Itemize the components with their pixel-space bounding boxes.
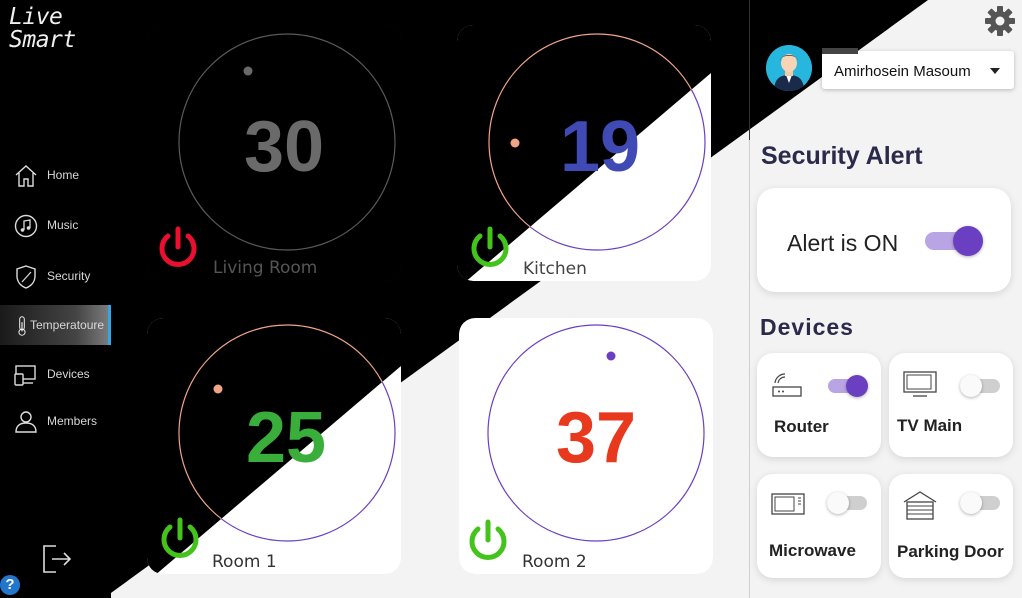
device-card-microwave: Microwave [757,474,881,578]
microwave-toggle[interactable] [827,492,867,514]
alert-status-text: Alert is ON [787,230,899,256]
home-icon [15,165,37,187]
sidebar-item-label: Security [47,269,91,283]
temperature-value: 25 [245,398,327,478]
sidebar-item-label: Home [47,168,80,182]
dropdown-tab [822,48,858,54]
help-icon[interactable]: ? [0,575,20,595]
room-label: Room 2 [522,552,587,572]
temperature-value: 37 [555,398,637,478]
power-icon[interactable] [465,223,515,273]
dial-knob[interactable] [213,384,223,394]
room-label: Room 1 [212,552,277,572]
temperature-value: 30 [243,107,325,187]
toggle-knob [960,492,982,514]
room-label: Living Room [213,258,318,278]
music-icon [14,214,38,238]
sidebar-item-home[interactable]: Home [0,155,111,195]
devices-title: Devices [760,314,854,340]
device-label: Parking Door [897,542,1004,561]
router-icon [772,373,802,397]
device-label: Microwave [769,541,856,560]
tv-main-toggle[interactable] [960,375,1000,397]
chevron-down-icon [990,68,1000,74]
parking-door-toggle[interactable] [960,492,1000,514]
sidebar-item-music[interactable]: Music [0,205,111,245]
security-alert-toggle[interactable] [925,226,983,256]
toggle-knob [846,375,868,397]
sidebar-item-devices[interactable]: Devices [0,354,111,394]
user-dropdown[interactable]: Amirhosein Masoum [822,48,1014,89]
power-icon[interactable] [153,223,203,273]
thermometer-icon [18,316,26,336]
thermostat-card-room-2: 37 Room 2 [459,318,713,574]
app-logo: Live Smart [9,6,76,52]
sidebar-item-temperatoure[interactable]: Temperatoure [0,305,111,345]
devices-icon [14,365,36,386]
power-icon[interactable] [155,514,205,564]
sidebar-item-label: Members [47,414,98,428]
device-card-tv-main: TV Main [889,353,1013,457]
dial-knob[interactable] [606,351,616,361]
device-card-router: Router [757,353,881,457]
temperature-value: 19 [559,107,641,187]
logo-line-1: Live [9,4,63,30]
gear-icon[interactable] [984,5,1016,37]
thermostat-card-kitchen: 19 Kitchen [457,25,711,281]
dial-knob[interactable] [243,66,253,76]
thermostat-card-room-1: 25 Room 1 [147,318,401,574]
device-label: Router [774,417,829,436]
security-alert-title: Security Alert [761,142,923,170]
tv-icon [903,371,937,397]
sidebar-item-label: Music [47,218,79,232]
toggle-knob [960,375,982,397]
logo-line-2: Smart [9,27,76,53]
sidebar: Live Smart Home Music Security Temperato… [0,0,111,598]
router-toggle[interactable] [828,375,868,397]
power-icon[interactable] [463,516,513,566]
toggle-knob [827,492,849,514]
room-label: Kitchen [523,259,587,279]
device-label: TV Main [897,416,963,435]
sidebar-item-members[interactable]: Members [0,401,111,441]
avatar[interactable] [766,45,812,91]
sidebar-item-security[interactable]: Security [0,256,111,296]
device-card-parking-door: Parking Door [889,474,1013,578]
microwave-icon [771,493,805,515]
toggle-knob [953,226,983,256]
sidebar-item-label: Devices [47,367,90,381]
logout-icon[interactable] [40,542,74,576]
sidebar-item-label: Temperatoure [30,318,105,332]
user-name: Amirhosein Masoum [834,63,971,80]
members-icon [15,411,37,433]
garage-door-icon [903,491,937,520]
thermostat-card-living-room: 30 Living Room [147,25,401,281]
shield-icon [16,265,36,289]
